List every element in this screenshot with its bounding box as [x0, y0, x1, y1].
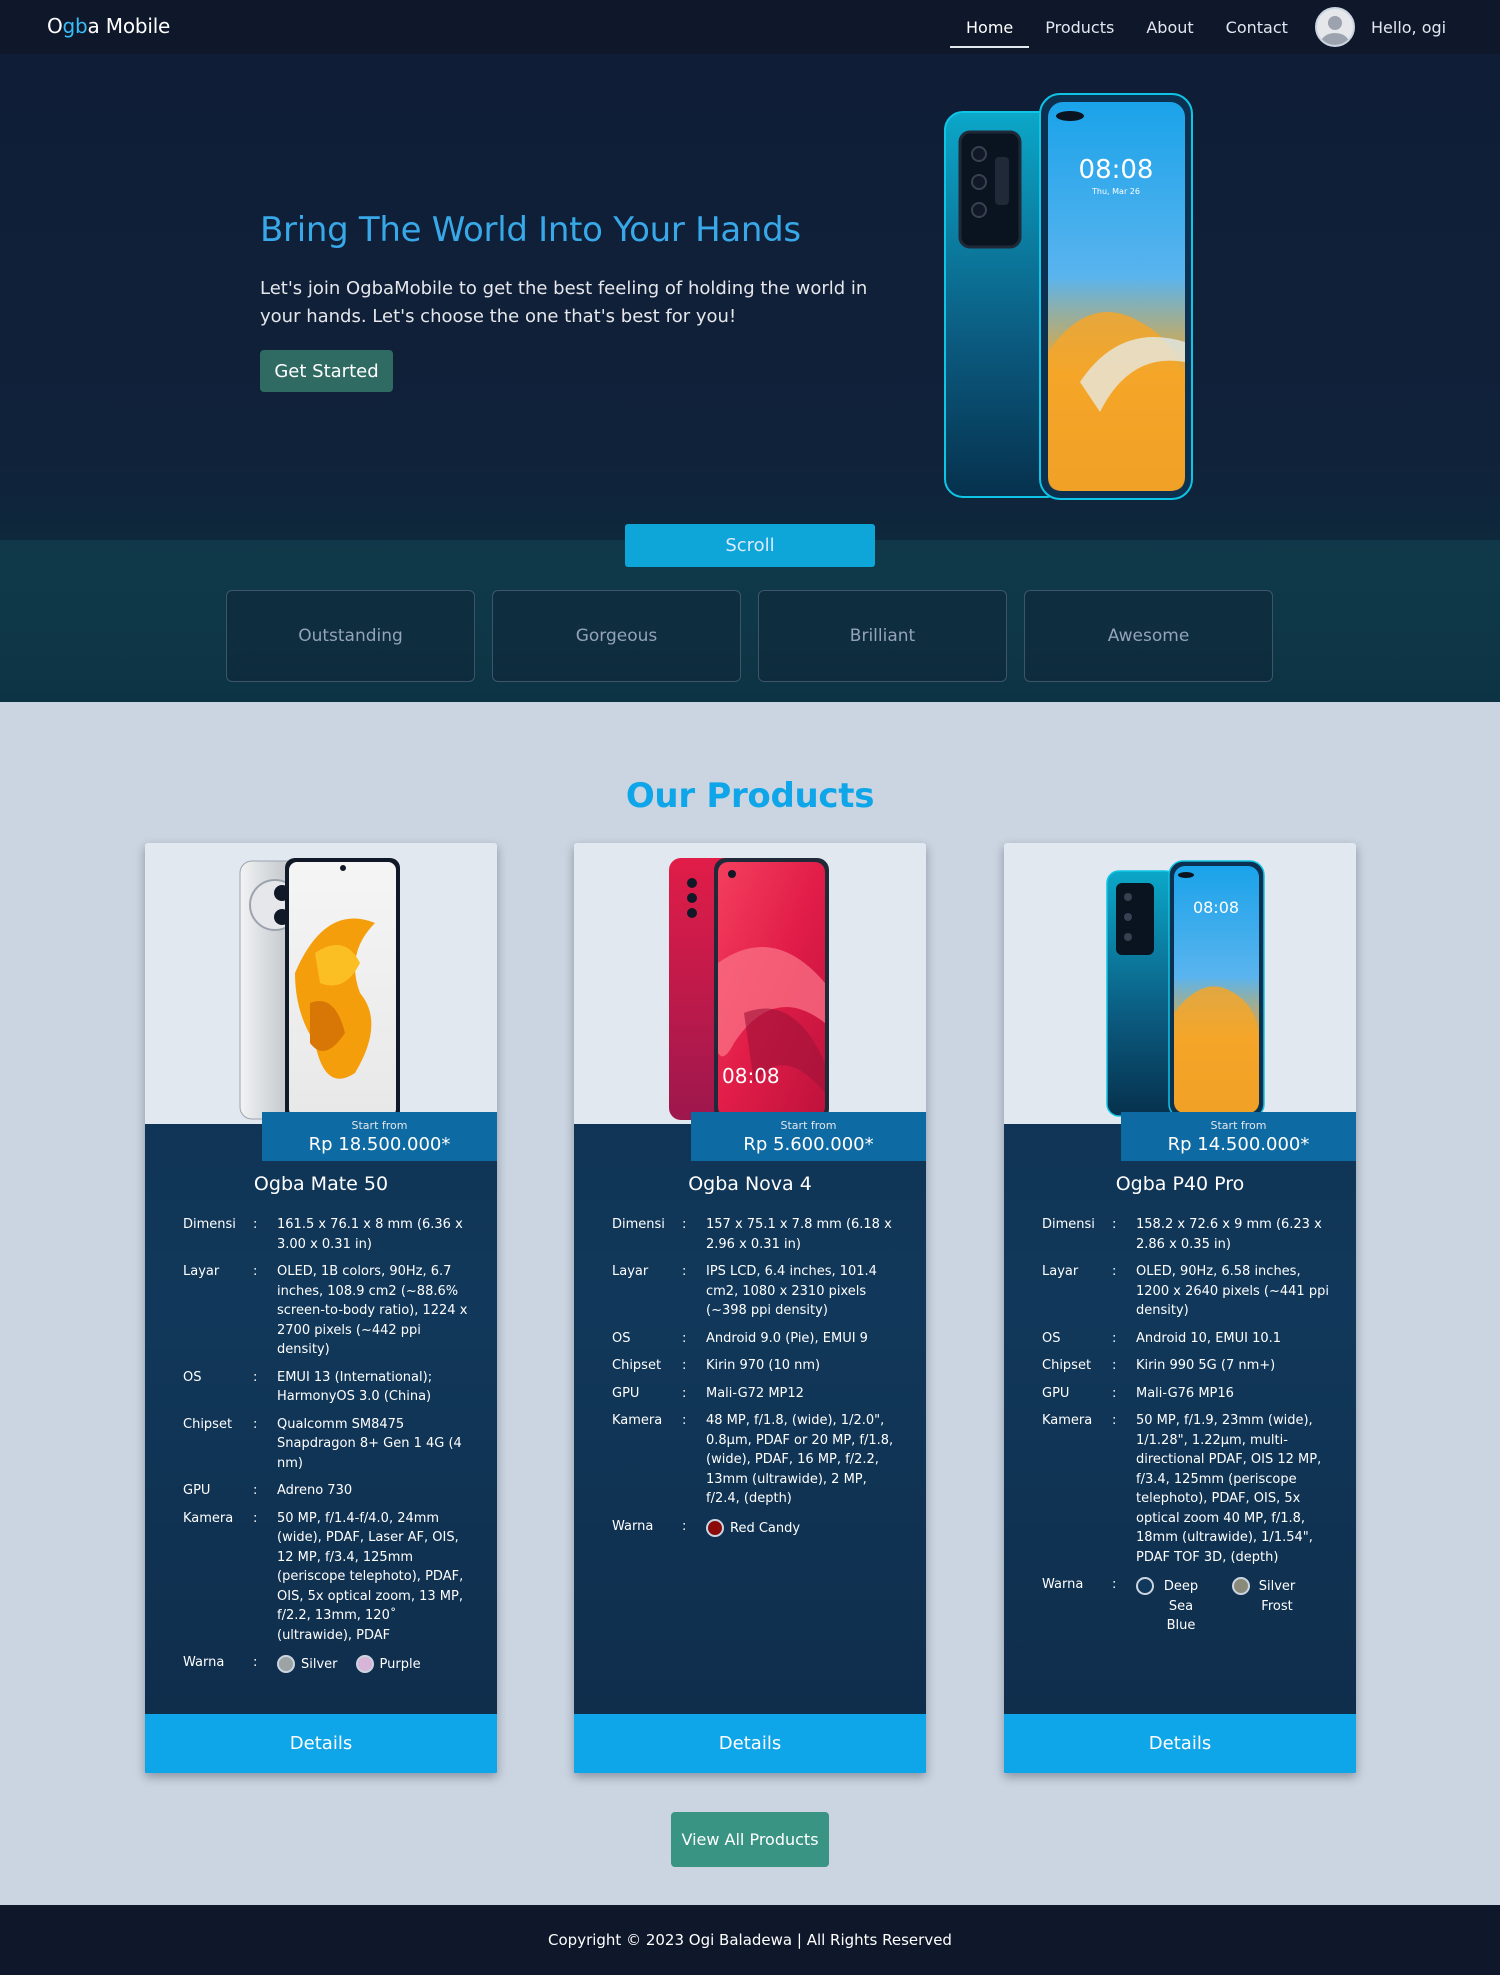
- user-greeting: Hello, ogi: [1371, 17, 1447, 37]
- details-button[interactable]: Details: [1004, 1714, 1356, 1773]
- feature-brilliant: Brilliant: [758, 590, 1007, 682]
- spec-row-screen: Layar: OLED, 1B colors, 90Hz, 6.7 inches,…: [183, 1264, 468, 1357]
- svg-text:08:08: 08:08: [1079, 155, 1154, 185]
- spec-row-gpu: GPU: Mali-G72 MP12: [612, 1385, 804, 1401]
- spec-row-camera: Kamera:48 MP, f/1.8, (wide), 1/2.0", 0.8…: [612, 1413, 894, 1506]
- price-value: Rp 14.500.000*: [1167, 1133, 1310, 1155]
- spec-row-colors: Warna: Red Candy: [612, 1517, 902, 1539]
- price-value: Rp 18.500.000*: [308, 1133, 451, 1155]
- color-option-silver[interactable]: Silver: [277, 1655, 338, 1675]
- product-name: Ogba Nova 4: [688, 1173, 812, 1195]
- scroll-button[interactable]: Scroll: [625, 524, 875, 567]
- feature-boxes: Outstanding Gorgeous Brilliant Awesome: [226, 590, 1273, 682]
- feature-awesome: Awesome: [1024, 590, 1273, 682]
- spec-row-gpu: GPU: Mali-G76 MP16: [1042, 1385, 1234, 1401]
- spec-row-chipset: Chipset: Qualcomm SM8475 Snapdragon 8+ Ge…: [183, 1416, 462, 1471]
- spec-row-camera: Kamera:50 MP, f/1.9, 23mm (wide), 1/1.28…: [1042, 1413, 1322, 1565]
- color-swatch: [706, 1518, 724, 1537]
- spec-row-chipset: Chipset: Kirin 990 5G (7 nm+): [1042, 1358, 1276, 1373]
- color-swatch: [1232, 1577, 1250, 1595]
- product-phone-image: 08:08: [669, 858, 829, 1121]
- details-button[interactable]: Details: [145, 1714, 497, 1773]
- get-started-button[interactable]: Get Started: [260, 350, 393, 392]
- copyright-text: Copyright © 2023 Ogi Baladewa | All Righ…: [548, 1931, 952, 1949]
- avatar-icon[interactable]: [1315, 7, 1355, 47]
- spec-list: Dimensi:158.2 x 72.6 x 9 mm (6.23 x 2.86…: [1042, 1215, 1332, 1644]
- hero-description: Let's join OgbaMobile to get the best fe…: [260, 278, 868, 327]
- hero-phone-image: 08:08 Thu, Mar 26: [944, 93, 1193, 500]
- product-card-nova-4: 08:08 Start from Rp 5.600.000* Ogba Nova…: [574, 843, 926, 1773]
- feature-gorgeous: Gorgeous: [492, 590, 741, 682]
- nav-link-home[interactable]: Home: [950, 0, 1030, 54]
- nav-link-products[interactable]: Products: [1029, 0, 1130, 54]
- product-name: Ogba P40 Pro: [1115, 1173, 1245, 1195]
- color-option-deep-sea-blue[interactable]: Deep Sea Blue: [1136, 1577, 1202, 1636]
- color-option-red-candy[interactable]: Red Candy: [706, 1518, 800, 1539]
- price-value: Rp 5.600.000*: [743, 1133, 874, 1155]
- spec-row-camera: Kamera:50 MP, f/1.4-f/4.0, 24mm (wide), …: [183, 1510, 464, 1643]
- spec-row-colors: Warna: Silver Purple: [183, 1653, 473, 1675]
- spec-list: Dimensi:157 x 75.1 x 7.8 mm (6.18 x 2.96…: [612, 1215, 902, 1546]
- price-tag: Start from Rp 5.600.000*: [691, 1112, 926, 1161]
- spec-row-screen: Layar: OLED, 90Hz, 6.58 inches, 1200 x 26…: [1042, 1264, 1329, 1318]
- product-image-area: 08:08: [1004, 843, 1356, 1124]
- price-from-label: Start from: [780, 1118, 837, 1132]
- products-title: Our Products: [625, 776, 875, 816]
- nav-link-about[interactable]: About: [1130, 0, 1209, 54]
- price-tag: Start from Rp 14.500.000*: [1121, 1112, 1356, 1161]
- navbar: Ogba Mobile Home Products About Contact …: [0, 0, 1500, 54]
- product-image-area: 08:08: [574, 843, 926, 1124]
- product-name: Ogba Mate 50: [253, 1173, 389, 1195]
- spec-row-gpu: GPU: Adreno 730: [183, 1483, 353, 1498]
- spec-row-colors: Warna: Deep Sea Blue Silver Frost: [1042, 1575, 1332, 1636]
- brand-logo[interactable]: Ogba Mobile: [47, 14, 170, 38]
- color-swatch: [355, 1655, 374, 1673]
- feature-outstanding: Outstanding: [226, 590, 475, 682]
- hero-section: Bring The World Into Your Hands Let's jo…: [0, 54, 1500, 702]
- spec-row-os: OS: EMUI 13 (International); HarmonyOS 3.…: [183, 1369, 433, 1405]
- view-all-products-button[interactable]: View All Products: [671, 1812, 829, 1867]
- spec-row-chipset: Chipset: Kirin 970 (10 nm): [612, 1358, 821, 1373]
- svg-text:Thu, Mar 26: Thu, Mar 26: [1091, 187, 1140, 196]
- color-swatch: [277, 1655, 295, 1673]
- details-button[interactable]: Details: [574, 1714, 926, 1773]
- nav-links: Home Products About Contact: [950, 0, 1304, 54]
- nav-link-contact[interactable]: Contact: [1210, 0, 1304, 54]
- hero-title: Bring The World Into Your Hands: [260, 210, 801, 250]
- svg-text:08:08: 08:08: [722, 1064, 780, 1088]
- product-image-area: [145, 843, 497, 1124]
- svg-text:08:08: 08:08: [1193, 898, 1239, 917]
- spec-row-os: OS: Android 10, EMUI 10.1: [1042, 1330, 1282, 1346]
- user-menu[interactable]: Hello, ogi: [1315, 7, 1446, 47]
- spec-row-dims: Dimensi:157 x 75.1 x 7.8 mm (6.18 x 2.96…: [612, 1217, 892, 1252]
- price-from-label: Start from: [1210, 1118, 1267, 1132]
- spec-row-dims: Dimensi:161.5 x 76.1 x 8 mm (6.36 x 3.00…: [183, 1217, 463, 1252]
- spec-row-screen: Layar: IPS LCD, 6.4 inches, 101.4 cm2, 10…: [612, 1264, 877, 1318]
- spec-row-os: OS: Android 9.0 (Pie), EMUI 9: [612, 1330, 868, 1346]
- product-card-mate-50: Start from Rp 18.500.000* Ogba Mate 50 D…: [145, 843, 497, 1773]
- footer: Copyright © 2023 Ogi Baladewa | All Righ…: [0, 1905, 1500, 1975]
- color-option-purple[interactable]: Purple: [355, 1655, 421, 1675]
- spec-row-dims: Dimensi:158.2 x 72.6 x 9 mm (6.23 x 2.86…: [1042, 1217, 1322, 1252]
- product-card-p40-pro: 08:08 Start from Rp 14.500.000* Ogba P40…: [1004, 843, 1356, 1773]
- color-option-silver-frost[interactable]: Silver Frost: [1232, 1577, 1298, 1636]
- color-swatch: [1136, 1577, 1154, 1595]
- product-phone-image: [239, 858, 400, 1121]
- price-tag: Start from Rp 18.500.000*: [262, 1112, 497, 1161]
- product-phone-image: 08:08: [1106, 860, 1265, 1119]
- spec-list: Dimensi:161.5 x 76.1 x 8 mm (6.36 x 3.00…: [183, 1215, 473, 1683]
- price-from-label: Start from: [351, 1118, 408, 1132]
